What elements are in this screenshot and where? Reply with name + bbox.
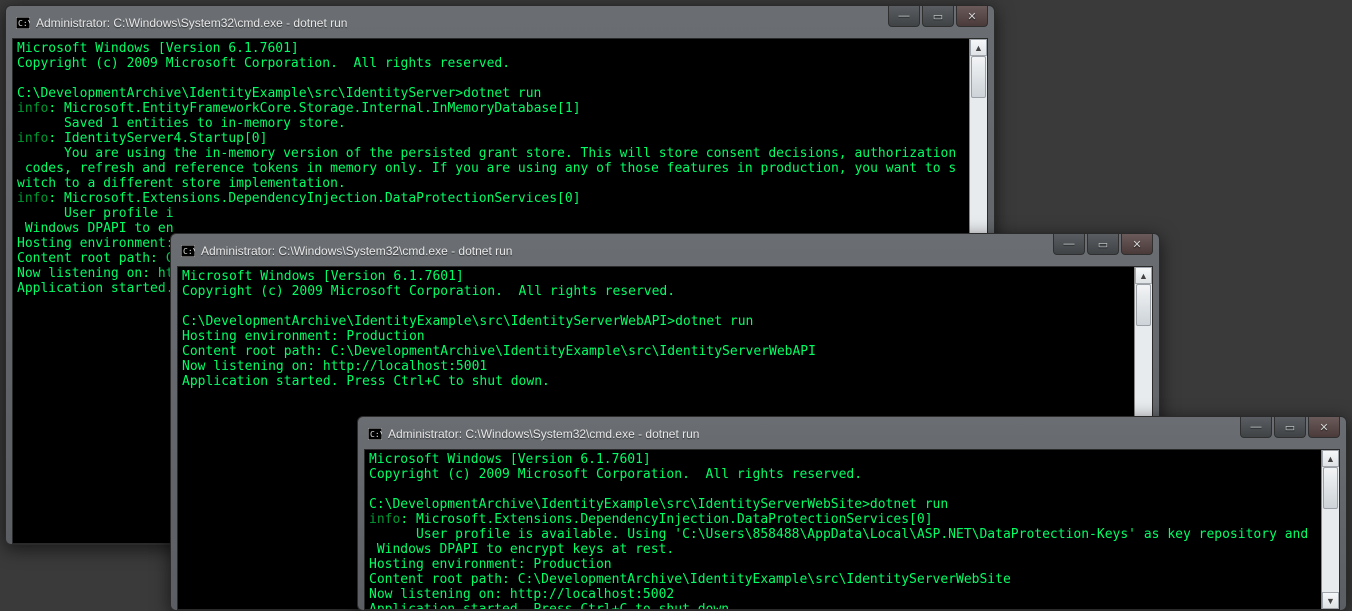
scroll-thumb[interactable] bbox=[971, 56, 986, 98]
cmd-icon: C:\ bbox=[181, 245, 195, 257]
titlebar[interactable]: C:\ Administrator: C:\Windows\System32\c… bbox=[364, 423, 1340, 449]
console-output: Microsoft Windows [Version 6.1.7601] Cop… bbox=[365, 450, 1321, 609]
window-title: Administrator: C:\Windows\System32\cmd.e… bbox=[201, 244, 1151, 258]
window-controls: — ▭ ✕ bbox=[1238, 417, 1340, 438]
maximize-button[interactable]: ▭ bbox=[1087, 234, 1119, 255]
minimize-button[interactable]: — bbox=[1240, 417, 1272, 438]
window-title: Administrator: C:\Windows\System32\cmd.e… bbox=[36, 16, 986, 30]
scroll-up-button[interactable]: ▲ bbox=[1322, 450, 1339, 467]
maximize-button[interactable]: ▭ bbox=[1274, 417, 1306, 438]
scroll-up-button[interactable]: ▲ bbox=[1135, 267, 1152, 284]
scroll-thumb[interactable] bbox=[1136, 284, 1151, 326]
minimize-button[interactable]: — bbox=[888, 6, 920, 27]
scroll-track[interactable] bbox=[1322, 467, 1339, 592]
cmd-icon: C:\ bbox=[16, 17, 30, 29]
scroll-up-button[interactable]: ▲ bbox=[970, 39, 987, 56]
window-controls: — ▭ ✕ bbox=[1051, 234, 1153, 255]
maximize-button[interactable]: ▭ bbox=[922, 6, 954, 27]
window-title: Administrator: C:\Windows\System32\cmd.e… bbox=[388, 427, 1338, 441]
titlebar[interactable]: C:\ Administrator: C:\Windows\System32\c… bbox=[12, 12, 988, 38]
cmd-icon: C:\ bbox=[368, 428, 382, 440]
close-button[interactable]: ✕ bbox=[956, 6, 988, 27]
svg-text:C:\: C:\ bbox=[18, 19, 30, 28]
scroll-down-button[interactable]: ▼ bbox=[1322, 592, 1339, 609]
cmd-window-3[interactable]: C:\ Administrator: C:\Windows\System32\c… bbox=[357, 416, 1347, 611]
close-button[interactable]: ✕ bbox=[1308, 417, 1340, 438]
scroll-thumb[interactable] bbox=[1323, 467, 1338, 509]
close-button[interactable]: ✕ bbox=[1121, 234, 1153, 255]
vertical-scrollbar[interactable]: ▲ ▼ bbox=[1321, 450, 1339, 609]
svg-text:C:\: C:\ bbox=[370, 430, 382, 439]
svg-text:C:\: C:\ bbox=[183, 247, 195, 256]
window-controls: — ▭ ✕ bbox=[886, 6, 988, 27]
titlebar[interactable]: C:\ Administrator: C:\Windows\System32\c… bbox=[177, 240, 1153, 266]
minimize-button[interactable]: — bbox=[1053, 234, 1085, 255]
